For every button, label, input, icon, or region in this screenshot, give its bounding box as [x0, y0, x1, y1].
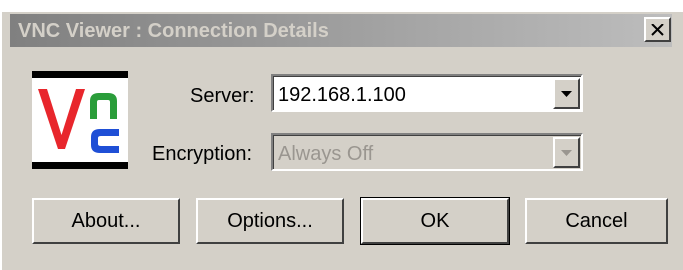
window-title: VNC Viewer : Connection Details — [18, 20, 329, 42]
ok-button[interactable]: OK — [360, 197, 510, 245]
encryption-value: Always Off — [278, 143, 374, 165]
close-button[interactable] — [644, 17, 671, 42]
server-dropdown-button[interactable] — [553, 78, 580, 109]
title-bar[interactable]: VNC Viewer : Connection Details — [10, 14, 672, 47]
vnc-logo-icon — [32, 71, 128, 169]
close-icon — [651, 23, 664, 36]
encryption-label: Encryption: — [152, 143, 253, 165]
cancel-button[interactable]: Cancel — [525, 198, 668, 244]
encryption-dropdown-button — [553, 137, 580, 168]
chevron-down-icon — [561, 90, 572, 97]
chevron-down-icon — [561, 149, 572, 156]
server-combobox[interactable]: 192.168.1.100 — [271, 74, 583, 112]
options-button[interactable]: Options... — [196, 198, 344, 244]
about-button[interactable]: About... — [32, 198, 180, 244]
server-input[interactable]: 192.168.1.100 — [278, 84, 406, 107]
server-label: Server: — [190, 85, 255, 107]
encryption-combobox: Always Off — [271, 133, 583, 171]
